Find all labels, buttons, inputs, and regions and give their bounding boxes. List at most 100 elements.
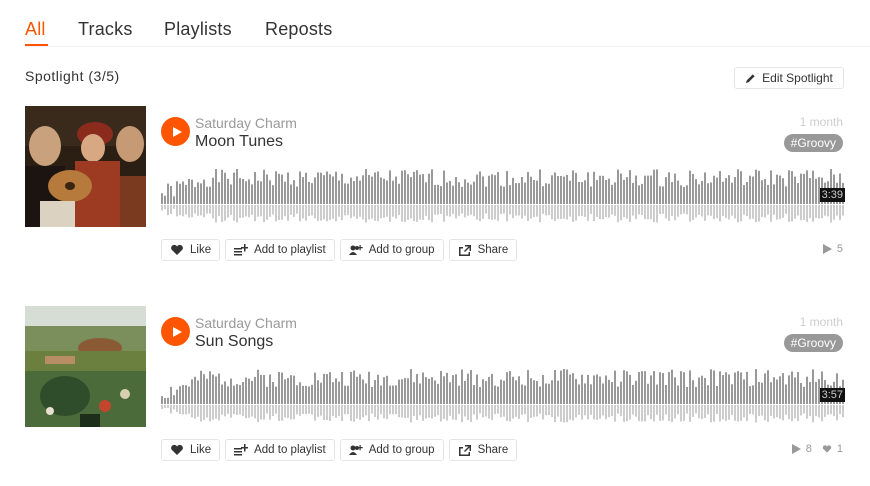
waveform-bar: [575, 172, 577, 204]
waveform-reflection-bar: [827, 205, 829, 217]
waveform-reflection-bar: [500, 205, 502, 215]
waveform-bar: [563, 369, 565, 404]
waveform-reflection-bar: [746, 405, 748, 422]
waveform-reflection-bar: [701, 405, 703, 420]
waveform-bar: [713, 370, 715, 404]
waveform-bar: [206, 186, 208, 204]
waveform-reflection-bar: [488, 205, 490, 220]
waveform-bar: [197, 380, 199, 404]
waveform-bar: [266, 386, 268, 404]
track-artwork[interactable]: [25, 106, 146, 227]
waveform-bar: [506, 372, 508, 404]
waveform-reflection-bar: [626, 405, 628, 422]
waveform-reflection-bar: [290, 405, 292, 420]
waveform-bar: [245, 377, 247, 404]
waveform-reflection-bar: [773, 405, 775, 419]
genre-tag[interactable]: #Groovy: [783, 134, 843, 152]
waveform-reflection-bar: [239, 405, 241, 415]
add-to-group-button[interactable]: Add to group: [339, 239, 444, 261]
waveform-reflection-bar: [740, 205, 742, 222]
tab-tracks[interactable]: Tracks: [78, 19, 133, 40]
waveform-bar: [635, 175, 637, 204]
waveform-reflection-bar: [707, 205, 709, 216]
waveform-bar: [767, 370, 769, 404]
add-to-playlist-button[interactable]: Add to playlist: [225, 239, 335, 261]
play-count[interactable]: 5: [822, 243, 843, 255]
waveform-bar: [707, 385, 709, 404]
waveform-bar: [218, 373, 220, 404]
waveform-bar: [614, 182, 616, 204]
waveform-reflection-bar: [392, 405, 394, 415]
waveform-reflection-bar: [197, 405, 199, 417]
waveform-bar: [206, 378, 208, 404]
waveform-bar: [440, 186, 442, 204]
waveform-reflection-bar: [302, 205, 304, 219]
waveform-reflection-bar: [299, 405, 301, 416]
share-button[interactable]: Share: [448, 239, 518, 261]
waveform-bar: [416, 170, 418, 204]
playlist-add-icon: [234, 444, 249, 456]
waveform-bar: [671, 182, 673, 204]
play-button[interactable]: [161, 117, 190, 146]
tab-reposts[interactable]: Reposts: [265, 19, 332, 40]
waveform-reflection-bar: [302, 405, 304, 415]
track-artwork[interactable]: [25, 306, 146, 427]
edit-spotlight-button[interactable]: Edit Spotlight: [734, 67, 844, 89]
play-count-icon: [791, 444, 801, 454]
track-artist[interactable]: Saturday Charm: [195, 115, 297, 131]
tab-playlists[interactable]: Playlists: [164, 19, 232, 40]
waveform[interactable]: [161, 356, 845, 430]
waveform-reflection-bar: [794, 405, 796, 419]
like-button[interactable]: Like: [161, 239, 221, 261]
waveform-reflection-bar: [833, 205, 835, 220]
waveform-reflection-bar: [287, 205, 289, 221]
waveform-bar: [629, 374, 631, 404]
track-actions: Like Add to playlist Add to group Share: [161, 239, 518, 261]
waveform-bar: [764, 179, 766, 204]
track-artist[interactable]: Saturday Charm: [195, 315, 297, 331]
track-title[interactable]: Sun Songs: [195, 333, 273, 351]
waveform-reflection-bar: [329, 205, 331, 220]
play-count[interactable]: 8: [791, 443, 812, 455]
waveform-bar: [380, 177, 382, 204]
waveform-bar: [794, 176, 796, 204]
like-count[interactable]: 1: [822, 443, 843, 455]
waveform-reflection-bar: [317, 205, 319, 221]
waveform-reflection-bar: [584, 205, 586, 217]
waveform-reflection-bar: [296, 205, 298, 214]
waveform-reflection-bar: [719, 405, 721, 422]
track-title[interactable]: Moon Tunes: [195, 133, 283, 151]
waveform-bar: [770, 170, 772, 204]
waveform-bar: [476, 374, 478, 404]
waveform-reflection-bar: [530, 405, 532, 418]
add-to-playlist-button[interactable]: Add to playlist: [225, 439, 335, 461]
waveform-reflection-bar: [578, 205, 580, 217]
add-to-group-button[interactable]: Add to group: [339, 439, 444, 461]
waveform-bar: [497, 172, 499, 204]
waveform-bar: [545, 183, 547, 204]
waveform-reflection-bar: [665, 205, 667, 219]
waveform-bar: [374, 380, 376, 404]
waveform[interactable]: [161, 156, 845, 230]
genre-tag[interactable]: #Groovy: [783, 334, 843, 352]
waveform-bar: [641, 183, 643, 204]
play-button[interactable]: [161, 317, 190, 346]
waveform-bar: [815, 381, 817, 404]
like-button[interactable]: Like: [161, 439, 221, 461]
waveform-reflection-bar: [215, 205, 217, 223]
waveform-reflection-bar: [797, 205, 799, 216]
share-button[interactable]: Share: [448, 439, 518, 461]
waveform-reflection-bar: [221, 405, 223, 415]
waveform-reflection-bar: [566, 205, 568, 220]
waveform-bar: [599, 376, 601, 404]
waveform-reflection-bar: [770, 205, 772, 222]
waveform-reflection-bar: [533, 405, 535, 417]
waveform-bar: [161, 396, 163, 404]
waveform-reflection-bar: [710, 405, 712, 423]
tab-all[interactable]: All: [25, 19, 46, 40]
waveform-bar: [404, 170, 406, 204]
waveform-reflection-bar: [809, 405, 811, 416]
waveform-bar: [704, 377, 706, 404]
waveform-reflection-bar: [254, 405, 256, 419]
waveform-reflection-bar: [611, 205, 613, 215]
